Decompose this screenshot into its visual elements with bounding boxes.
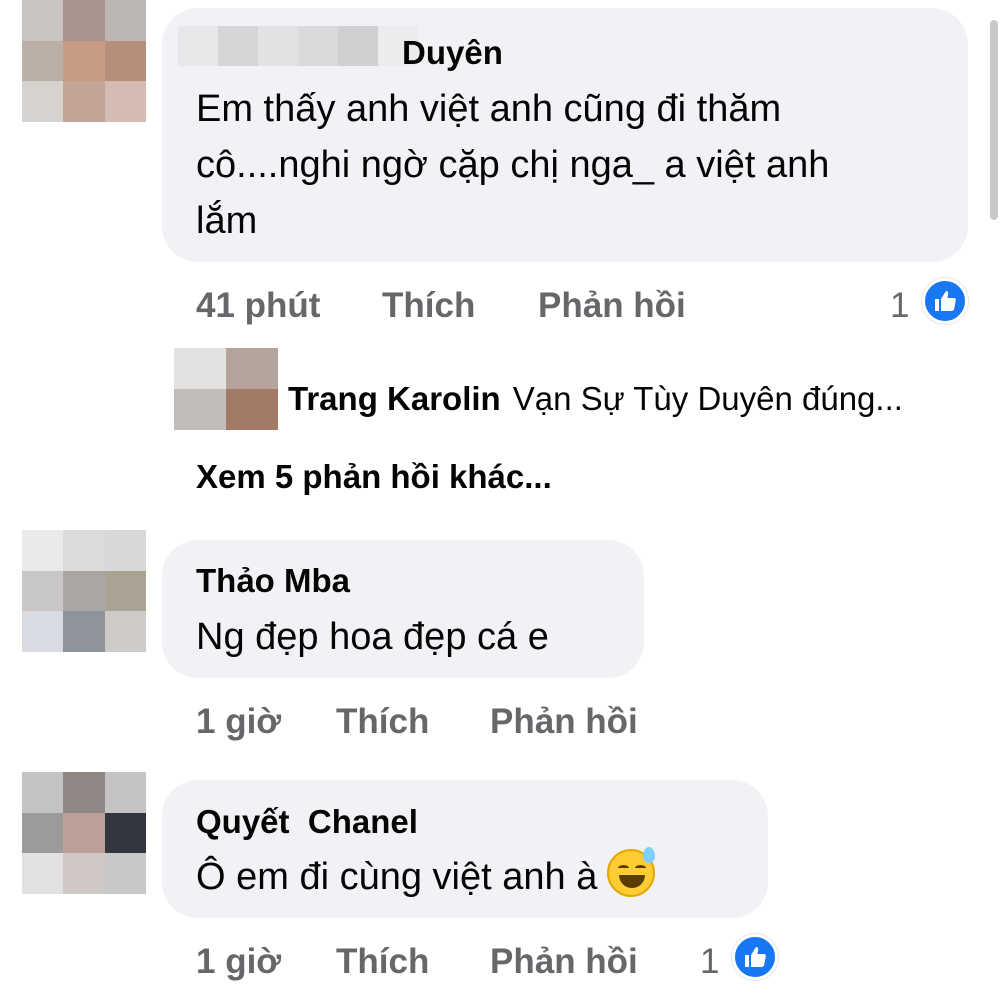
comment-text: Ng đẹp hoa đẹp cá e [196,616,549,658]
comment-text: Ô em đi cùng việt anh à [196,847,656,906]
comment-text-line: cô....nghi ngờ cặp chị nga_ a việt anh [196,144,830,186]
like-icon[interactable] [732,934,778,980]
reply-button[interactable]: Phản hồi [490,942,638,982]
comment-text-content: Ô em đi cùng việt anh à [196,856,598,898]
reply-snippet: Vạn Sự Tùy Duyên đúng... [512,380,903,417]
avatar[interactable] [22,772,146,894]
comment-time[interactable]: 1 giờ [196,942,281,982]
comment-text-line: lắm [196,200,258,242]
view-more-replies-link[interactable]: Xem 5 phản hồi khác... [196,458,552,496]
comment-author[interactable]: Quyết Chanel [196,803,418,841]
reply-avatar[interactable] [174,348,278,430]
reply-author[interactable]: Trang Karolin [288,380,501,417]
reply-button[interactable]: Phản hồi [490,702,638,742]
blurred-name [178,26,418,66]
comment-author[interactable]: Duyên [402,34,503,72]
like-button[interactable]: Thích [336,702,429,742]
avatar[interactable] [22,530,146,652]
comment-time[interactable]: 1 giờ [196,702,281,742]
like-button[interactable]: Thích [336,942,429,982]
comment-author[interactable]: Thảo Mba [196,562,350,600]
grinning-sweat-emoji [607,847,656,897]
reaction-count[interactable]: 1 [890,286,909,326]
like-icon[interactable] [922,278,968,324]
like-button[interactable]: Thích [382,286,475,326]
scrollbar[interactable] [990,20,998,220]
reply-preview[interactable]: Trang Karolin Vạn Sự Tùy Duyên đúng... [288,380,903,418]
reaction-count[interactable]: 1 [700,942,719,982]
avatar[interactable] [22,0,146,122]
comment-text-line: Em thấy anh việt anh cũng đi thăm [196,88,782,130]
comment-time[interactable]: 41 phút [196,286,320,326]
reply-button[interactable]: Phản hồi [538,286,686,326]
